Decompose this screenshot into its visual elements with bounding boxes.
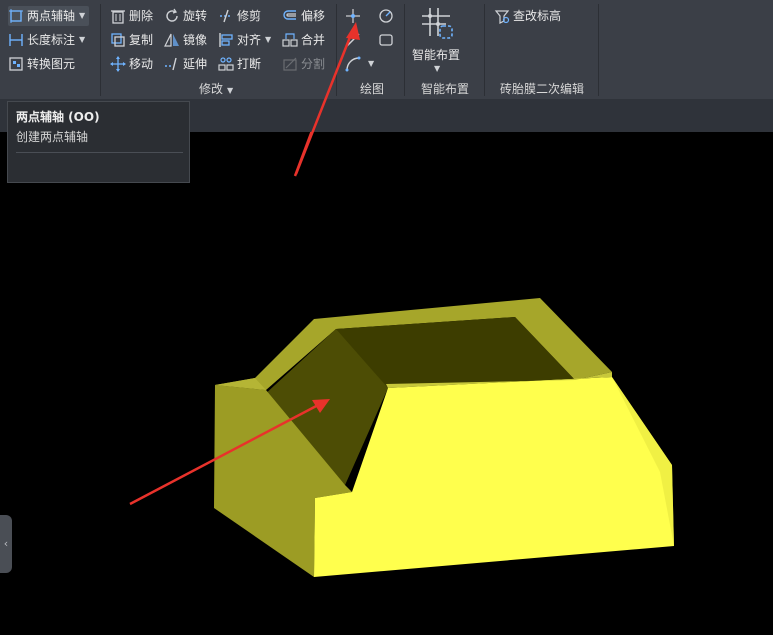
tooltip-description: 创建两点辅轴 (16, 130, 89, 144)
rotate-icon (164, 8, 180, 24)
rotate-label: 旋转 (183, 9, 208, 23)
axis-two-points-icon (8, 8, 24, 24)
rotate-button[interactable]: 旋转 (164, 6, 207, 26)
two-point-axis-label: 两点辅轴 (27, 9, 76, 23)
red-arrow-overlay (294, 22, 360, 175)
rounded-rectangle-icon (378, 32, 394, 48)
tooltip-divider (16, 152, 183, 153)
elevation-edit-icon (494, 8, 510, 24)
break-label: 打断 (237, 57, 262, 71)
align-button[interactable]: 对齐 ▼ (218, 30, 271, 50)
arrowhead-icon (346, 22, 360, 40)
copy-label: 复制 (129, 33, 154, 47)
chevron-down-icon: ▼ (227, 86, 234, 95)
length-dimension-button[interactable]: 长度标注 ▼ (8, 30, 85, 50)
break-button[interactable]: 打断 (218, 54, 261, 74)
circle-icon (378, 8, 394, 24)
smart-group-label: 智能布置 (421, 82, 470, 96)
modify-group-label[interactable]: 修改 ▼ (199, 80, 233, 97)
separator (484, 4, 485, 96)
separator (100, 4, 101, 96)
length-dimension-label: 长度标注 (27, 33, 76, 47)
trim-label: 修剪 (237, 9, 262, 23)
chevron-left-icon: ‹ (3, 537, 9, 550)
chevron-down-icon[interactable]: ▼ (79, 6, 85, 26)
tooltip-panel: 两点辅轴 (OO) 创建两点辅轴 (7, 101, 190, 183)
trim-icon (218, 8, 234, 24)
modify-group-text: 修改 (199, 82, 224, 96)
copy-icon (110, 32, 126, 48)
tire-mold-group-label: 砖胎膜二次编辑 (500, 82, 585, 96)
edit-elevation-button[interactable]: 查改标高 (494, 6, 561, 26)
move-icon (110, 56, 126, 72)
draw-rectangle-button[interactable] (378, 30, 397, 50)
tooltip-title: 两点辅轴 (OO) (16, 110, 100, 124)
separator (404, 4, 405, 96)
delete-icon (110, 8, 126, 24)
extend-icon (164, 56, 180, 72)
copy-button[interactable]: 复制 (110, 30, 153, 50)
extend-label: 延伸 (183, 57, 208, 71)
align-icon (218, 32, 234, 48)
chevron-down-icon[interactable]: ▼ (265, 30, 271, 50)
smart-layout-label: 智能布置 (412, 48, 461, 62)
mirror-button[interactable]: 镜像 (164, 30, 207, 50)
side-panel-collapse-handle[interactable]: ‹ (0, 515, 12, 573)
chevron-down-icon: ▼ (434, 64, 441, 73)
3d-viewport[interactable] (0, 132, 773, 635)
extend-button[interactable]: 延伸 (164, 54, 207, 74)
length-dimension-icon (8, 32, 24, 48)
convert-element-label: 转换图元 (27, 57, 76, 71)
two-point-axis-button[interactable]: 两点辅轴 ▼ (8, 6, 90, 26)
grid-layout-icon (420, 6, 454, 40)
edit-elevation-label: 查改标高 (513, 9, 562, 23)
convert-element-button[interactable]: 转换图元 (8, 54, 75, 74)
draw-circle-button[interactable] (378, 6, 397, 26)
ribbon-toolbar: 两点辅轴 ▼ 长度标注 ▼ 转换图元 删除 旋转 修剪 偏移 复制 镜像 对齐 … (0, 0, 773, 99)
mirror-label: 镜像 (183, 33, 208, 47)
move-label: 移动 (129, 57, 154, 71)
chevron-down-icon[interactable]: ▼ (79, 30, 85, 50)
move-button[interactable]: 移动 (110, 54, 153, 74)
model-canvas (129, 132, 674, 577)
delete-button[interactable]: 删除 (110, 6, 153, 26)
mirror-icon (164, 32, 180, 48)
smart-layout-button[interactable]: 智能布置 ▼ (412, 4, 462, 74)
convert-element-icon (8, 56, 24, 72)
break-icon (218, 56, 234, 72)
delete-label: 删除 (129, 9, 154, 23)
trim-button[interactable]: 修剪 (218, 6, 261, 26)
separator (598, 4, 599, 96)
align-label: 对齐 (237, 33, 262, 47)
